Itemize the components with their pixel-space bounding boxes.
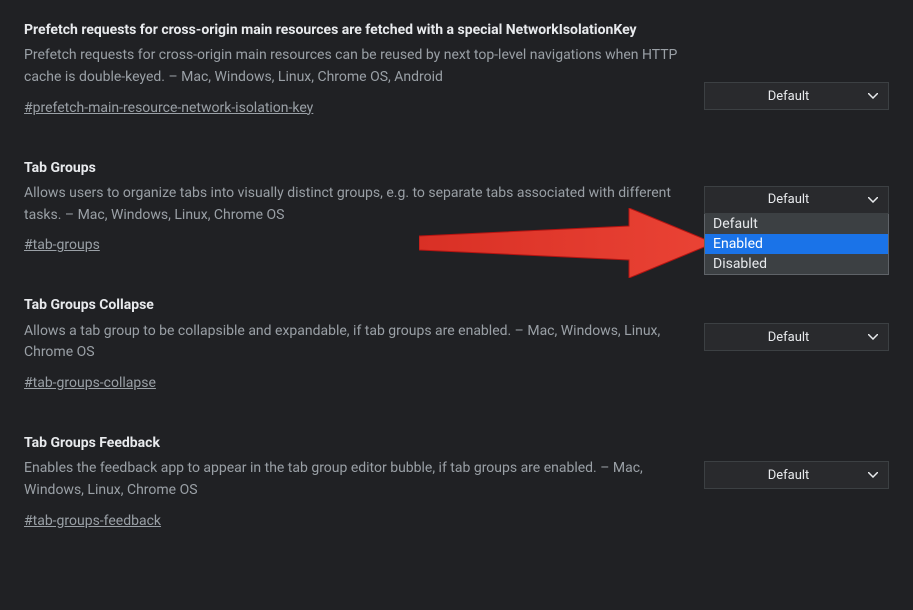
chevron-down-icon (868, 334, 878, 340)
flag-control: Default Default Enabled Disabled (704, 158, 889, 214)
flag-description: Allows a tab group to be collapsible and… (24, 321, 684, 364)
flag-item-tab-groups: Tab Groups Allows users to organize tabs… (24, 158, 889, 254)
select-value: Default (768, 468, 810, 483)
flag-link-tab-groups-collapse[interactable]: #tab-groups-collapse (24, 375, 156, 391)
select-value: Default (768, 89, 810, 104)
flag-title: Tab Groups Collapse (24, 295, 684, 315)
chevron-down-icon (868, 472, 878, 478)
flag-description: Allows users to organize tabs into visua… (24, 183, 684, 226)
flag-content: Tab Groups Allows users to organize tabs… (24, 158, 704, 254)
dropdown-option-enabled[interactable]: Enabled (705, 234, 888, 254)
flag-control: Default (704, 20, 889, 110)
flag-link-tab-groups[interactable]: #tab-groups (24, 237, 100, 253)
flag-title: Tab Groups Feedback (24, 433, 684, 453)
dropdown-option-disabled[interactable]: Disabled (705, 254, 888, 274)
flag-select-prefetch[interactable]: Default (704, 82, 889, 110)
flag-title: Tab Groups (24, 158, 684, 178)
flag-content: Tab Groups Feedback Enables the feedback… (24, 433, 704, 529)
flag-control: Default (704, 295, 889, 351)
chevron-down-icon (868, 93, 878, 99)
flag-select-tab-groups-collapse[interactable]: Default (704, 323, 889, 351)
flag-content: Prefetch requests for cross-origin main … (24, 20, 704, 116)
select-value: Default (768, 192, 810, 207)
flag-control: Default (704, 433, 889, 489)
flag-item-prefetch: Prefetch requests for cross-origin main … (24, 20, 889, 116)
flag-content: Tab Groups Collapse Allows a tab group t… (24, 295, 704, 391)
dropdown-option-default[interactable]: Default (705, 214, 888, 234)
flag-link-prefetch[interactable]: #prefetch-main-resource-network-isolatio… (24, 100, 313, 116)
chevron-down-icon (868, 197, 878, 203)
flag-description: Enables the feedback app to appear in th… (24, 458, 684, 501)
flag-link-tab-groups-feedback[interactable]: #tab-groups-feedback (24, 513, 161, 529)
flag-select-tab-groups-feedback[interactable]: Default (704, 461, 889, 489)
flag-item-tab-groups-collapse: Tab Groups Collapse Allows a tab group t… (24, 295, 889, 391)
select-value: Default (768, 330, 810, 345)
dropdown-list: Default Enabled Disabled (704, 214, 889, 275)
flag-item-tab-groups-feedback: Tab Groups Feedback Enables the feedback… (24, 433, 889, 529)
flag-description: Prefetch requests for cross-origin main … (24, 45, 684, 88)
flag-select-tab-groups[interactable]: Default (704, 186, 889, 214)
flag-title: Prefetch requests for cross-origin main … (24, 20, 684, 40)
